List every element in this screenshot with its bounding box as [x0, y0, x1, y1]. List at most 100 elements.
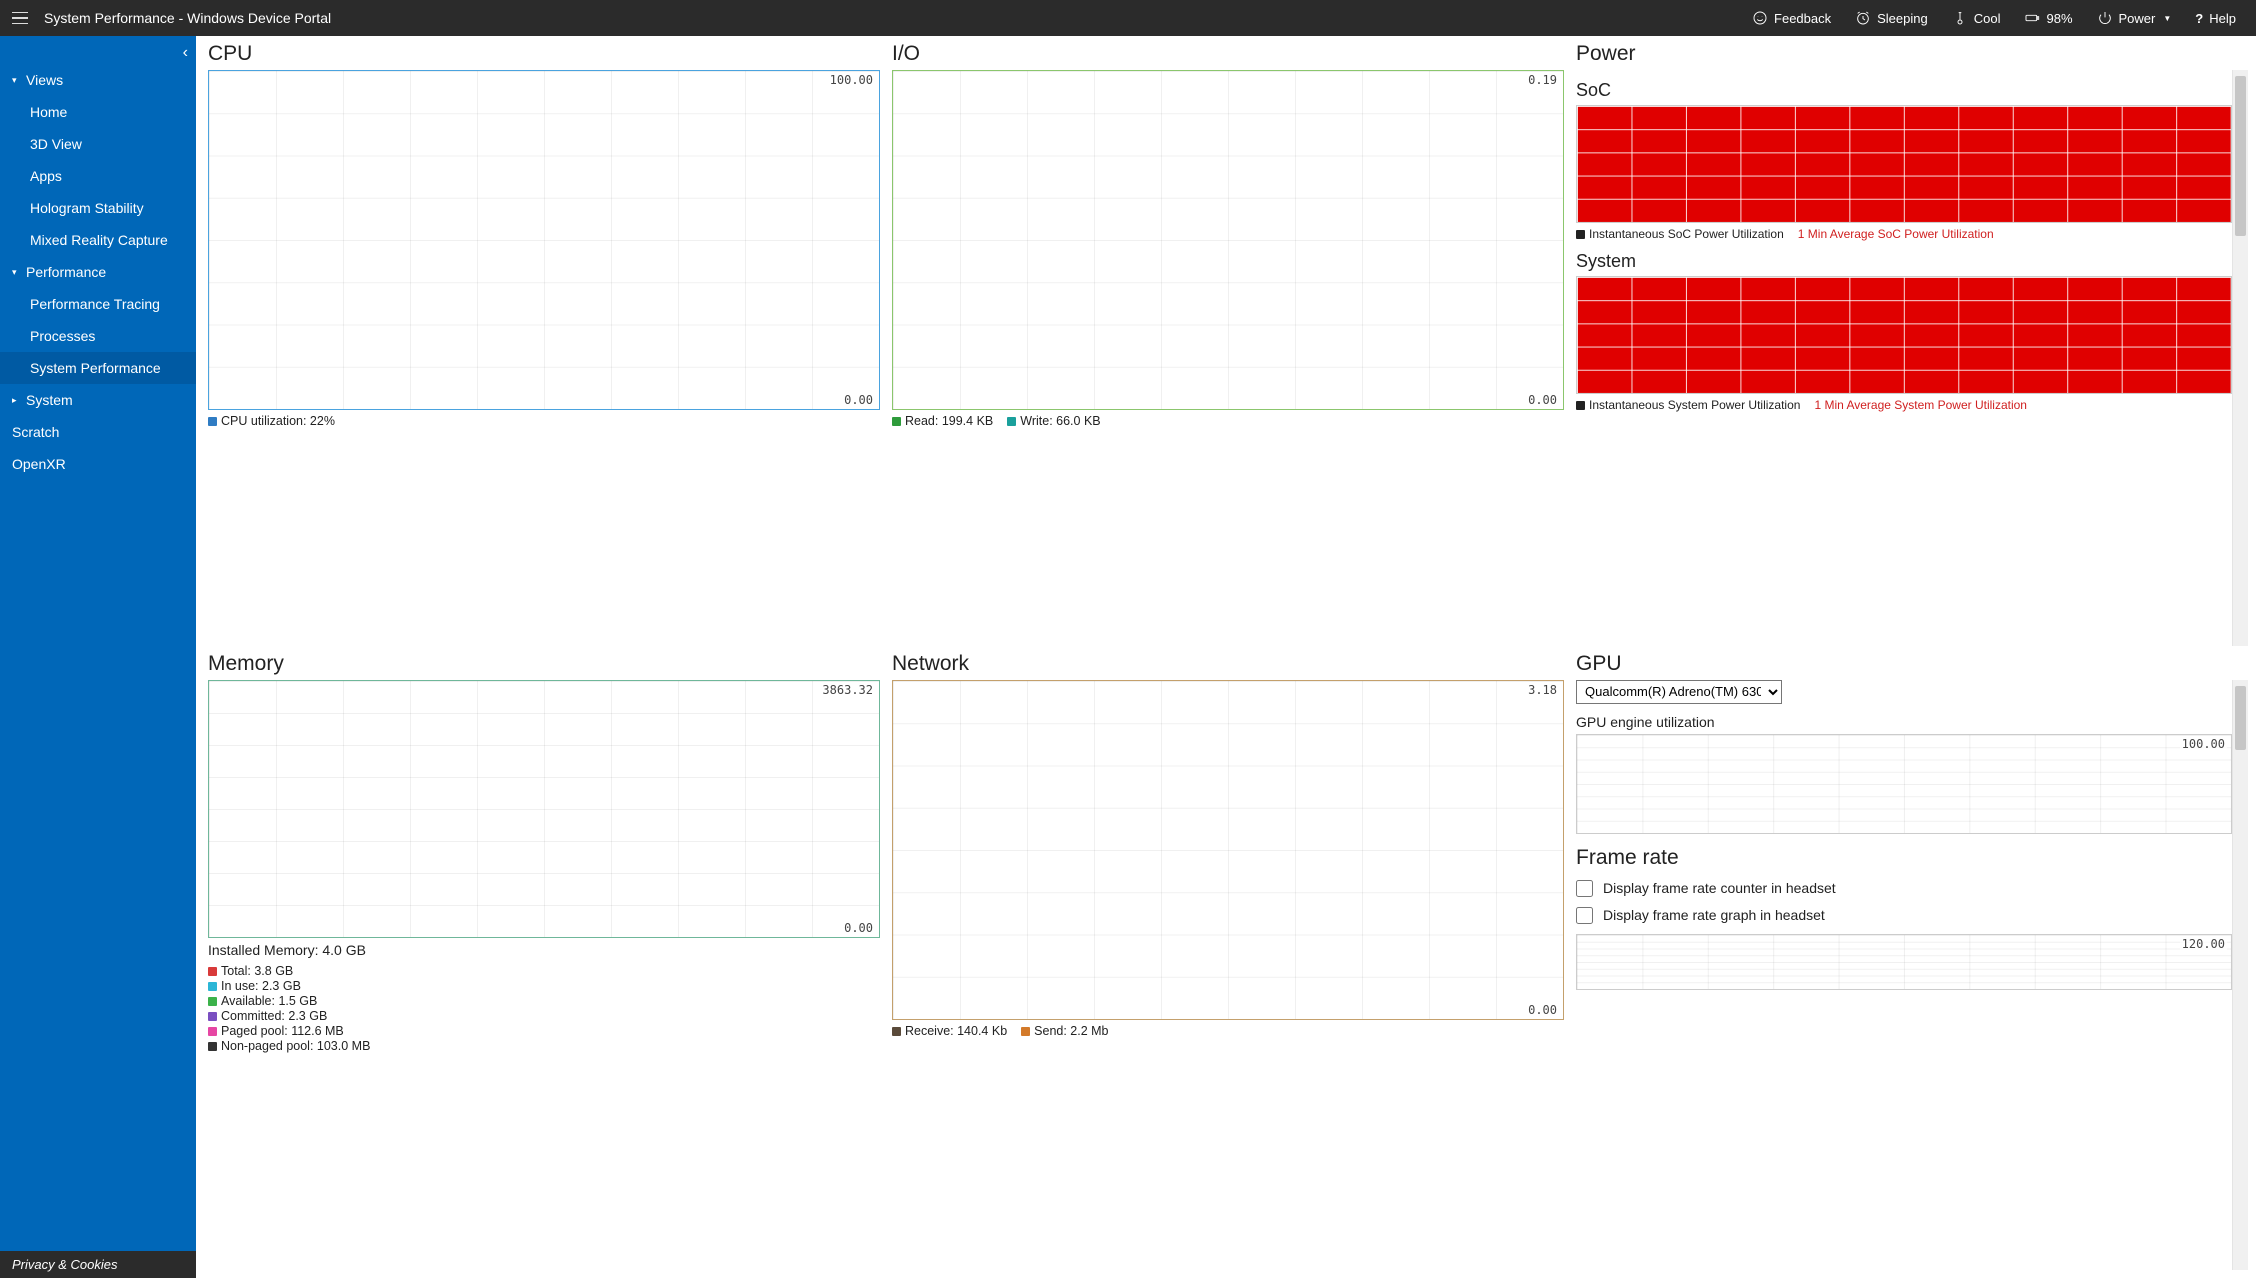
legend-swatch — [208, 967, 217, 976]
io-legend: Read: 199.4 KB Write: 66.0 KB — [892, 414, 1564, 428]
power-pane: Power SoC Instantaneous SoC Power Utiliz… — [1570, 40, 2254, 650]
nav-item-mixed-reality-capture[interactable]: Mixed Reality Capture — [0, 224, 196, 256]
framerate-graph-row[interactable]: Display frame rate graph in headset — [1576, 907, 2232, 924]
cpu-ymax: 100.00 — [828, 73, 875, 87]
temperature-label: Cool — [1974, 11, 2001, 26]
soc-title: SoC — [1576, 80, 2232, 101]
nav-item-hologram-stability[interactable]: Hologram Stability — [0, 192, 196, 224]
network-ymax: 3.18 — [1526, 683, 1559, 697]
battery-icon — [2024, 10, 2040, 26]
legend-swatch — [208, 982, 217, 991]
io-pane: I/O 0.19 0.00 Read: 199.4 KB Write: 66.0 … — [886, 40, 1570, 650]
nav-group-label: Performance — [26, 264, 106, 280]
legend-swatch — [1576, 401, 1585, 410]
network-title: Network — [892, 652, 1564, 676]
content: CPU 100.00 0.00 CPU utilization: 22% I/O… — [196, 36, 2256, 1278]
network-chart: 3.18 0.00 — [892, 680, 1564, 1020]
gpu-engine-label: GPU engine utilization — [1576, 714, 2232, 730]
framerate-counter-row[interactable]: Display frame rate counter in headset — [1576, 880, 2232, 897]
soc-legend: Instantaneous SoC Power Utilization1 Min… — [1576, 227, 2232, 241]
feedback-button[interactable]: Feedback — [1740, 0, 1843, 36]
legend-item: Receive: 140.4 Kb — [892, 1024, 1007, 1038]
nav-item-3d-view[interactable]: 3D View — [0, 128, 196, 160]
framerate-title: Frame rate — [1576, 846, 2232, 870]
temperature-status[interactable]: Cool — [1940, 0, 2013, 36]
legend-item: Committed: 2.3 GB — [208, 1009, 880, 1023]
battery-status[interactable]: 98% — [2012, 0, 2084, 36]
hamburger-icon[interactable] — [8, 6, 32, 30]
io-chart: 0.19 0.00 — [892, 70, 1564, 410]
gpu-scrollbar[interactable] — [2232, 680, 2248, 1271]
nav: ▾ Views Home3D ViewAppsHologram StabilityM… — [0, 36, 196, 1251]
nav-group-label: Views — [26, 72, 63, 88]
question-icon: ? — [2195, 11, 2203, 26]
network-ymin: 0.00 — [1526, 1003, 1559, 1017]
legend-item: 1 Min Average SoC Power Utilization — [1798, 227, 1994, 241]
gpu-select[interactable]: Qualcomm(R) Adreno(TM) 630 GPU — [1576, 680, 1782, 704]
sleep-status[interactable]: Sleeping — [1843, 0, 1940, 36]
memory-pane: Memory 3863.32 0.00 Installed Memory: 4.… — [202, 650, 886, 1275]
soc-chart — [1576, 105, 2232, 223]
sleep-label: Sleeping — [1877, 11, 1928, 26]
framerate-graph-checkbox[interactable] — [1576, 907, 1593, 924]
legend-swatch — [208, 1042, 217, 1051]
cpu-legend: CPU utilization: 22% — [208, 414, 880, 428]
memory-chart: 3863.32 0.00 — [208, 680, 880, 938]
legend-item: CPU utilization: 22% — [208, 414, 335, 428]
legend-item: Instantaneous System Power Utilization — [1576, 398, 1800, 412]
nav-item-performance-tracing[interactable]: Performance Tracing — [0, 288, 196, 320]
nav-item-apps[interactable]: Apps — [0, 160, 196, 192]
feedback-label: Feedback — [1774, 11, 1831, 26]
privacy-link[interactable]: Privacy & Cookies — [0, 1251, 196, 1278]
help-button[interactable]: ? Help — [2183, 0, 2248, 36]
system-power-title: System — [1576, 251, 2232, 272]
gpu-title: GPU — [1576, 652, 2248, 676]
nav-group-views[interactable]: ▾ Views — [0, 64, 196, 96]
network-legend: Receive: 140.4 Kb Send: 2.2 Mb — [892, 1024, 1564, 1038]
caret-right-icon: ▸ — [12, 395, 22, 406]
power-icon — [2097, 10, 2113, 26]
cpu-ymin: 0.00 — [842, 393, 875, 407]
io-ymax: 0.19 — [1526, 73, 1559, 87]
cpu-pane: CPU 100.00 0.00 CPU utilization: 22% — [202, 40, 886, 650]
system-power-legend: Instantaneous System Power Utilization 1 … — [1576, 398, 2232, 412]
legend-item: In use: 2.3 GB — [208, 979, 880, 993]
smiley-icon — [1752, 10, 1768, 26]
legend-item: Send: 2.2 Mb — [1021, 1024, 1108, 1038]
memory-ymax: 3863.32 — [820, 683, 875, 697]
legend-swatch — [892, 417, 901, 426]
nav-item-processes[interactable]: Processes — [0, 320, 196, 352]
legend-item: Non-paged pool: 103.0 MB — [208, 1039, 880, 1053]
battery-label: 98% — [2046, 11, 2072, 26]
io-title: I/O — [892, 42, 1564, 66]
legend-item: Write: 66.0 KB — [1007, 414, 1100, 428]
gpu-engine-chart: 100.00 — [1576, 734, 2232, 834]
legend-swatch — [1007, 417, 1016, 426]
framerate-graph-label: Display frame rate graph in headset — [1603, 907, 1825, 923]
gpu-frame-pane: GPU Qualcomm(R) Adreno(TM) 630 GPU GPU e… — [1570, 650, 2254, 1275]
nav-item-system-performance[interactable]: System Performance — [0, 352, 196, 384]
power-menu[interactable]: Power ▼ — [2085, 0, 2184, 36]
nav-item-openxr[interactable]: OpenXR — [0, 448, 196, 480]
installed-memory: Installed Memory: 4.0 GB — [208, 942, 880, 958]
legend-swatch — [208, 1012, 217, 1021]
help-label: Help — [2209, 11, 2236, 26]
legend-swatch — [208, 1027, 217, 1036]
chevron-down-icon: ▼ — [2163, 14, 2171, 23]
sidebar-collapse-button[interactable]: ‹ — [183, 44, 188, 62]
memory-ymin: 0.00 — [842, 921, 875, 935]
nav-group-performance[interactable]: ▾Performance — [0, 256, 196, 288]
legend-item: 1 Min Average System Power Utilization — [1814, 398, 2027, 412]
power-title: Power — [1576, 42, 2248, 66]
network-pane: Network 3.18 0.00 Receive: 140.4 Kb Send:… — [886, 650, 1570, 1275]
nav-group-system[interactable]: ▸System — [0, 384, 196, 416]
nav-item-scratch[interactable]: Scratch — [0, 416, 196, 448]
power-scrollbar[interactable] — [2232, 70, 2248, 646]
caret-down-icon: ▾ — [12, 75, 22, 86]
legend-swatch — [208, 997, 217, 1006]
legend-item: Read: 199.4 KB — [892, 414, 993, 428]
cpu-title: CPU — [208, 42, 880, 66]
framerate-counter-checkbox[interactable] — [1576, 880, 1593, 897]
sidebar: ‹ ▾ Views Home3D ViewAppsHologram Stabilit… — [0, 36, 196, 1278]
nav-item-home[interactable]: Home — [0, 96, 196, 128]
